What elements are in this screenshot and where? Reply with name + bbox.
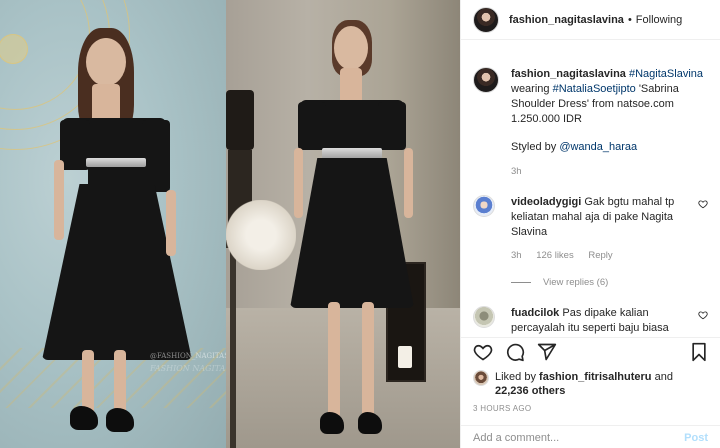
caption-time[interactable]: 3h [511,166,522,177]
view-replies-label: View replies (6) [543,277,609,288]
liked-by-connector: and [654,371,673,383]
view-replies-line [511,282,531,283]
comments-list[interactable]: fashion_nagitaslavina #NagitaSlavina wea… [461,40,720,335]
model-right [286,14,426,448]
post-header: fashion_nagitaslavina • Following [461,0,720,40]
like-comment-icon[interactable] [698,199,708,209]
comment-avatar[interactable] [473,306,495,328]
styled-by-text: Styled by [511,141,557,153]
caption-text-wearing: wearing [511,83,550,95]
reply-button[interactable]: Reply [588,250,612,261]
watermark-handle-2: FASHION NAGITA [150,364,226,373]
caption-username[interactable]: fashion_nagitaslavina [511,68,626,80]
avatar[interactable] [473,6,499,33]
post-button[interactable]: Post [684,432,708,444]
caption-hashtag-natalia[interactable]: #NataliaSoetjipto [553,83,636,95]
post-sidebar: fashion_nagitaslavina • Following fashio… [460,0,720,448]
caption-avatar[interactable] [473,67,499,93]
photo-left: @FASHION_NAGITASLAVINA FASHION NAGITA [0,0,226,448]
share-icon[interactable] [537,342,557,362]
header-separator: • [627,13,632,26]
add-comment-bar: Post [461,425,720,448]
header-username[interactable]: fashion_nagitaslavina [509,14,624,26]
model-left [30,20,200,448]
caption-hashtag-nagita[interactable]: #NagitaSlavina [629,68,703,80]
comment-time[interactable]: 3h [511,250,522,261]
styled-by-user[interactable]: @wanda_haraa [559,141,637,153]
caption: fashion_nagitaslavina #NagitaSlavina wea… [461,67,720,179]
like-comment-icon[interactable] [698,310,708,320]
following-button[interactable]: Following [636,14,682,26]
liked-by: Liked by fashion_fitrisalhuteru and 22,2… [473,370,708,398]
comment-username[interactable]: videoladygigi [511,196,581,208]
post-image[interactable]: @FASHION_NAGITASLAVINA FASHION NAGITA [0,0,460,448]
action-bar: Liked by fashion_fitrisalhuteru and 22,2… [461,337,720,413]
liker-avatar[interactable] [473,370,489,386]
comment-username[interactable]: fuadcilok [511,307,559,319]
comment-avatar[interactable] [473,195,495,217]
liked-by-prefix: Liked by [495,371,536,383]
watermark-handle: @FASHION_NAGITASLAVINA [150,352,226,360]
comment-item: fuadcilok Pas dipake kalian percayalah i… [461,306,720,335]
comment-likes[interactable]: 126 likes [536,250,574,261]
view-replies-button[interactable]: View replies (6) [511,275,692,290]
comment-item: videoladygigi Gak bgtu mahal tp keliatan… [461,195,720,290]
comment-input[interactable] [473,431,685,444]
fur-throw [226,200,296,270]
liked-by-user[interactable]: fashion_fitrisalhuteru [539,371,651,383]
bookmark-icon[interactable] [690,342,708,362]
liked-by-others[interactable]: 22,236 others [495,385,565,397]
post-timestamp[interactable]: 3 HOURS AGO [473,404,708,413]
heart-icon[interactable] [473,342,493,362]
comment-icon[interactable] [505,342,525,362]
